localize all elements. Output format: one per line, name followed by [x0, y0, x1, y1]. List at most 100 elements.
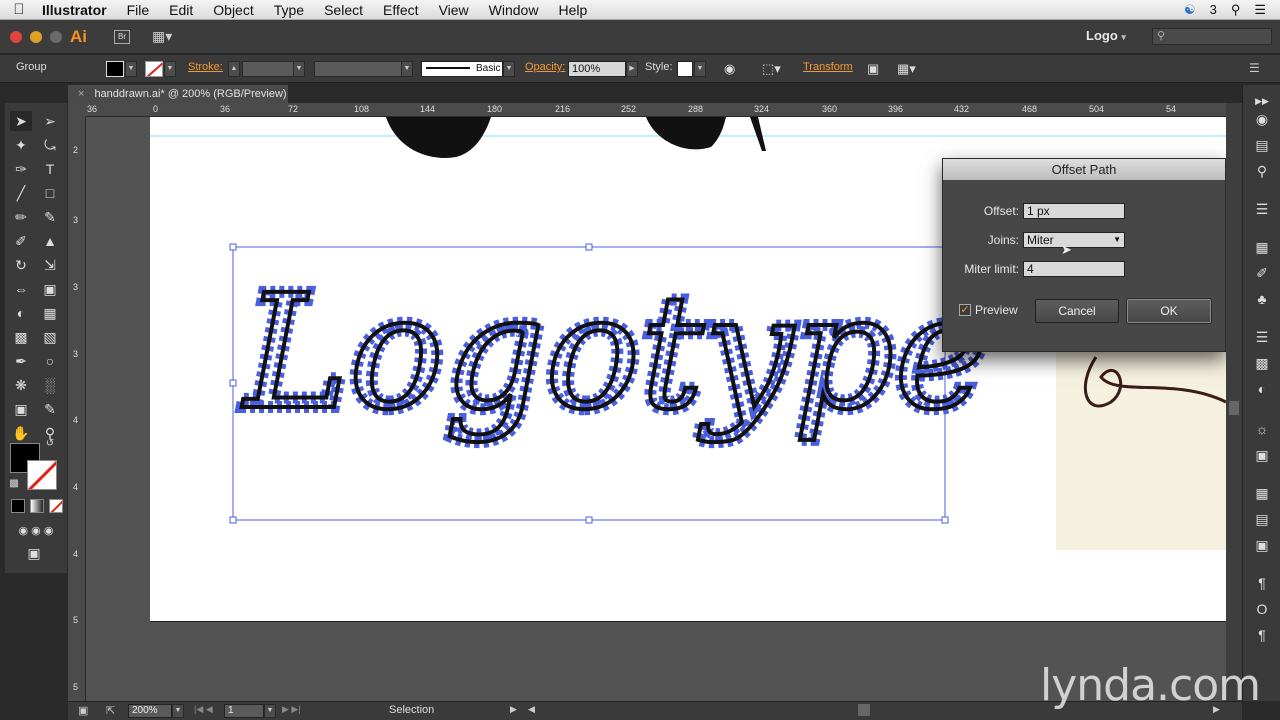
graphic-styles-icon[interactable]: ▣ [1252, 445, 1272, 465]
character-icon[interactable]: ¶ [1252, 573, 1272, 593]
opacity-label[interactable]: Opacity: [525, 61, 565, 73]
mesh-tool-icon[interactable]: ▩ [10, 327, 32, 347]
vertical-ruler[interactable]: 2 3 3 3 4 4 4 5 5 [68, 117, 86, 701]
blend-tool-icon[interactable]: ○ [39, 351, 61, 371]
arrange-documents-icon[interactable]: ▦▾ [152, 28, 172, 45]
menu-view[interactable]: View [429, 2, 479, 18]
collapse-dock-icon[interactable]: ▶▶ [1252, 91, 1272, 111]
opentype-icon[interactable]: Ο [1252, 599, 1272, 619]
profile-dropdown[interactable]: ▼ [401, 61, 413, 77]
appearance-icon[interactable]: ☼ [1252, 419, 1272, 439]
shape-builder-tool-icon[interactable]: ◐ [10, 303, 32, 323]
miter-limit-input[interactable]: 4 [1023, 261, 1125, 277]
line-tool-icon[interactable]: ╱ [10, 183, 32, 203]
direct-selection-tool-icon[interactable]: ➢ [39, 111, 61, 131]
stroke-weight-field[interactable] [242, 61, 294, 77]
scroll-left-icon[interactable]: ◀ [528, 704, 535, 715]
fill-dropdown[interactable]: ▼ [125, 61, 137, 77]
artboard-number-field[interactable]: 1 [224, 704, 264, 718]
paintbrush-tool-icon[interactable]: ✏ [10, 207, 32, 227]
menu-help[interactable]: Help [548, 2, 597, 18]
default-colors-icon[interactable]: ▩ [7, 477, 21, 491]
document-tab[interactable]: × handdrawn.ai* @ 200% (RGB/Preview) [68, 85, 288, 103]
scale-tool-icon[interactable]: ⇲ [39, 255, 61, 275]
artboard-dropdown[interactable]: ▼ [264, 704, 276, 718]
minimize-window-button[interactable] [30, 30, 42, 43]
vertical-scrollbar[interactable] [1226, 103, 1242, 701]
color-mode-icon[interactable] [11, 499, 25, 513]
close-window-button[interactable] [10, 30, 22, 43]
close-tab-icon[interactable]: × [78, 88, 84, 100]
recolor-artwork-icon[interactable]: ◉ [724, 61, 735, 77]
menu-window[interactable]: Window [479, 2, 549, 18]
stroke-icon[interactable]: ☰ [1252, 327, 1272, 347]
scroll-thumb[interactable] [1229, 401, 1239, 415]
transparency-icon[interactable]: ◐ [1252, 379, 1272, 399]
hand-tool-icon[interactable]: ✋ [10, 423, 32, 443]
swap-colors-icon[interactable]: ↺ [43, 437, 57, 451]
stroke-swatch[interactable] [145, 61, 163, 77]
rectangle-tool-icon[interactable]: □ [39, 183, 61, 203]
preview-checkbox[interactable]: ✓ [959, 304, 971, 316]
paragraph-icon[interactable]: ¶ [1252, 625, 1272, 645]
style-dropdown[interactable]: ▼ [694, 61, 706, 77]
brush-dropdown[interactable]: ▼ [503, 61, 515, 77]
artboard-tool-icon[interactable]: ▣ [10, 399, 32, 419]
bbox-handle[interactable] [585, 243, 593, 251]
selection-tool-icon[interactable]: ➤ [10, 111, 32, 131]
menu-select[interactable]: Select [314, 2, 373, 18]
spotlight-search-icon[interactable]: ⚲ [1231, 2, 1241, 18]
opacity-dropdown[interactable]: ▶ [626, 61, 638, 77]
color-panel-icon[interactable]: ◉ [1252, 109, 1272, 129]
menu-edit[interactable]: Edit [159, 2, 203, 18]
artboard-navigator-icon[interactable]: ▣ [78, 704, 88, 717]
blob-brush-tool-icon[interactable]: ✐ [10, 231, 32, 251]
transform-panel-icon[interactable]: ▦ [1252, 483, 1272, 503]
screen-mode-icon[interactable]: ▣ [23, 543, 45, 563]
top-shape-left[interactable] [386, 117, 491, 158]
brush-definition[interactable]: Basic [421, 61, 503, 77]
type-tool-icon[interactable]: T [39, 159, 61, 179]
export-icon[interactable]: ⇱ [106, 704, 115, 717]
apple-icon[interactable]:  [0, 1, 38, 18]
zoom-dropdown[interactable]: ▼ [172, 704, 184, 718]
menu-effect[interactable]: Effect [373, 2, 429, 18]
bbox-handle[interactable] [229, 379, 237, 387]
isolate-group-icon[interactable]: ▣ [867, 61, 879, 77]
graphic-style-swatch[interactable] [677, 61, 693, 77]
stroke-weight-stepper[interactable]: ▲ [228, 61, 240, 77]
bridge-button[interactable]: Br [114, 29, 130, 44]
fill-swatch[interactable] [106, 61, 124, 77]
cancel-button[interactable]: Cancel [1035, 299, 1119, 323]
status-menu-icon[interactable]: ▶ [510, 704, 517, 715]
menu-file[interactable]: File [117, 2, 160, 18]
ok-button[interactable]: OK [1127, 299, 1211, 323]
transform-link[interactable]: Transform [803, 61, 853, 73]
top-shape-right[interactable] [750, 117, 766, 151]
slice-tool-icon[interactable]: ✎ [39, 399, 61, 419]
gradient-icon[interactable]: ▩ [1252, 353, 1272, 373]
symbol-sprayer-tool-icon[interactable]: ❋ [10, 375, 32, 395]
pencil-tool-icon[interactable]: ✎ [39, 207, 61, 227]
menu-illustrator[interactable]: Illustrator [38, 2, 117, 18]
stroke-color-box[interactable] [27, 460, 57, 490]
opacity-field[interactable]: 100% [568, 61, 626, 77]
horizontal-ruler[interactable]: 36 0 36 72 108 144 180 216 252 288 324 3… [86, 103, 1226, 117]
next-artboard-icon[interactable]: ▶ ▶| [282, 704, 301, 715]
bbox-handle[interactable] [585, 516, 593, 524]
first-artboard-icon[interactable]: |◀ ◀ [194, 704, 213, 715]
logotype-path[interactable]: Logotype [239, 259, 990, 447]
horizontal-scroll-thumb[interactable] [858, 704, 870, 716]
zoom-level-field[interactable]: 200% [128, 704, 172, 718]
panel-menu-icon[interactable]: ☰ [1249, 61, 1260, 75]
gradient-tool-icon[interactable]: ▧ [39, 327, 61, 347]
swatches-icon[interactable]: ▦ [1252, 237, 1272, 257]
layers-icon[interactable]: ☰ [1252, 199, 1272, 219]
perspective-grid-tool-icon[interactable]: ▦ [39, 303, 61, 323]
envelope-options-icon[interactable]: ▦▾ [897, 61, 916, 77]
variable-width-profile[interactable] [314, 61, 402, 77]
menu-type[interactable]: Type [264, 2, 314, 18]
stroke-dropdown[interactable]: ▼ [164, 61, 176, 77]
eyedropper-tool-icon[interactable]: ✒ [10, 351, 32, 371]
gradient-mode-icon[interactable] [30, 499, 44, 513]
